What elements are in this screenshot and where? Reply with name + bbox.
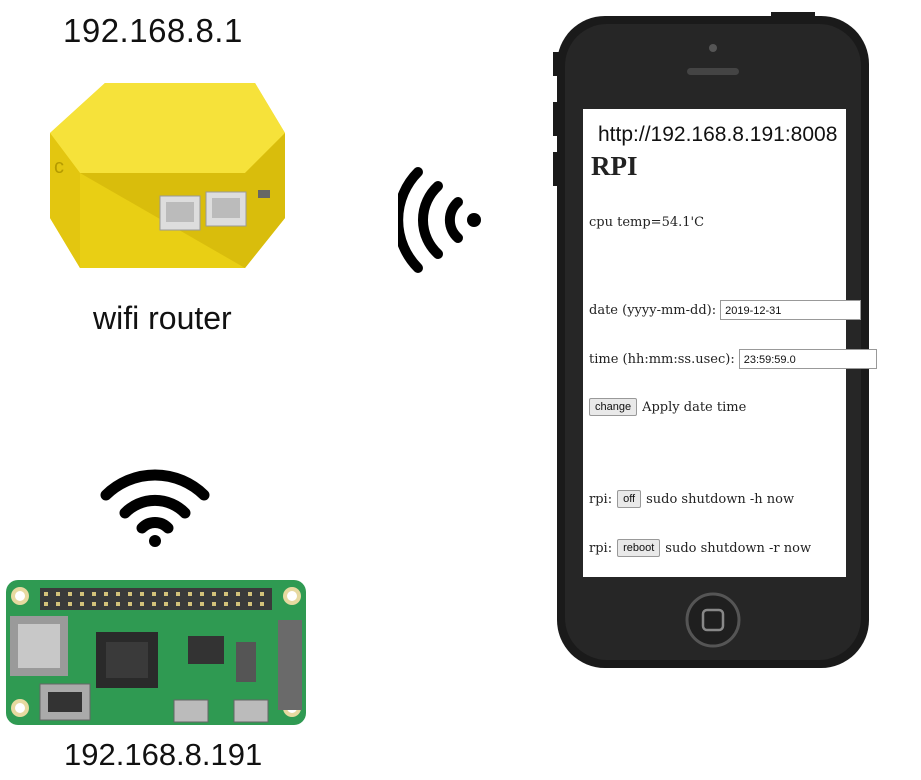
wireless-signal-icon [398, 167, 481, 273]
date-input[interactable]: 2019-12-31 [720, 300, 862, 320]
cpu-temp-text: cpu temp=54.1'C [589, 215, 705, 230]
date-row: date (yyyy-mm-dd): 2019-12-31 [589, 300, 862, 320]
date-label: date (yyyy-mm-dd): [589, 302, 717, 318]
reboot-row: rpi: reboot sudo shutdown -r now [589, 539, 811, 557]
change-button[interactable]: change [589, 398, 638, 416]
raspberry-pi-zero-image [6, 580, 306, 725]
time-label: time (hh:mm:ss.usec): [589, 351, 735, 367]
time-row: time (hh:mm:ss.usec): 23:59:59.0 [589, 349, 877, 369]
reboot-description: sudo shutdown -r now [665, 540, 812, 556]
pi-ip-label: 192.168.8.191 [64, 737, 263, 772]
wifi-router-image: c [50, 83, 285, 268]
time-input[interactable]: 23:59:59.0 [738, 349, 877, 369]
router-caption: wifi router [93, 300, 232, 336]
svg-text:c: c [54, 156, 64, 178]
change-description: Apply date time [642, 399, 747, 415]
browser-url[interactable]: http://192.168.8.191:8008 [598, 123, 837, 147]
wifi-icon [100, 469, 210, 547]
off-row: rpi: off sudo shutdown -h now [589, 490, 794, 508]
off-description: sudo shutdown -h now [646, 491, 795, 507]
change-row: change Apply date time [589, 398, 746, 416]
page-title: RPI [591, 151, 638, 181]
phone-screen: http://192.168.8.191:8008 RPI cpu temp=5… [583, 109, 877, 577]
rpi-label: rpi: [589, 540, 613, 556]
rpi-label: rpi: [589, 491, 613, 507]
reboot-button[interactable]: reboot [617, 539, 661, 557]
off-button[interactable]: off [617, 490, 642, 508]
router-ip-label: 192.168.8.1 [63, 12, 243, 49]
